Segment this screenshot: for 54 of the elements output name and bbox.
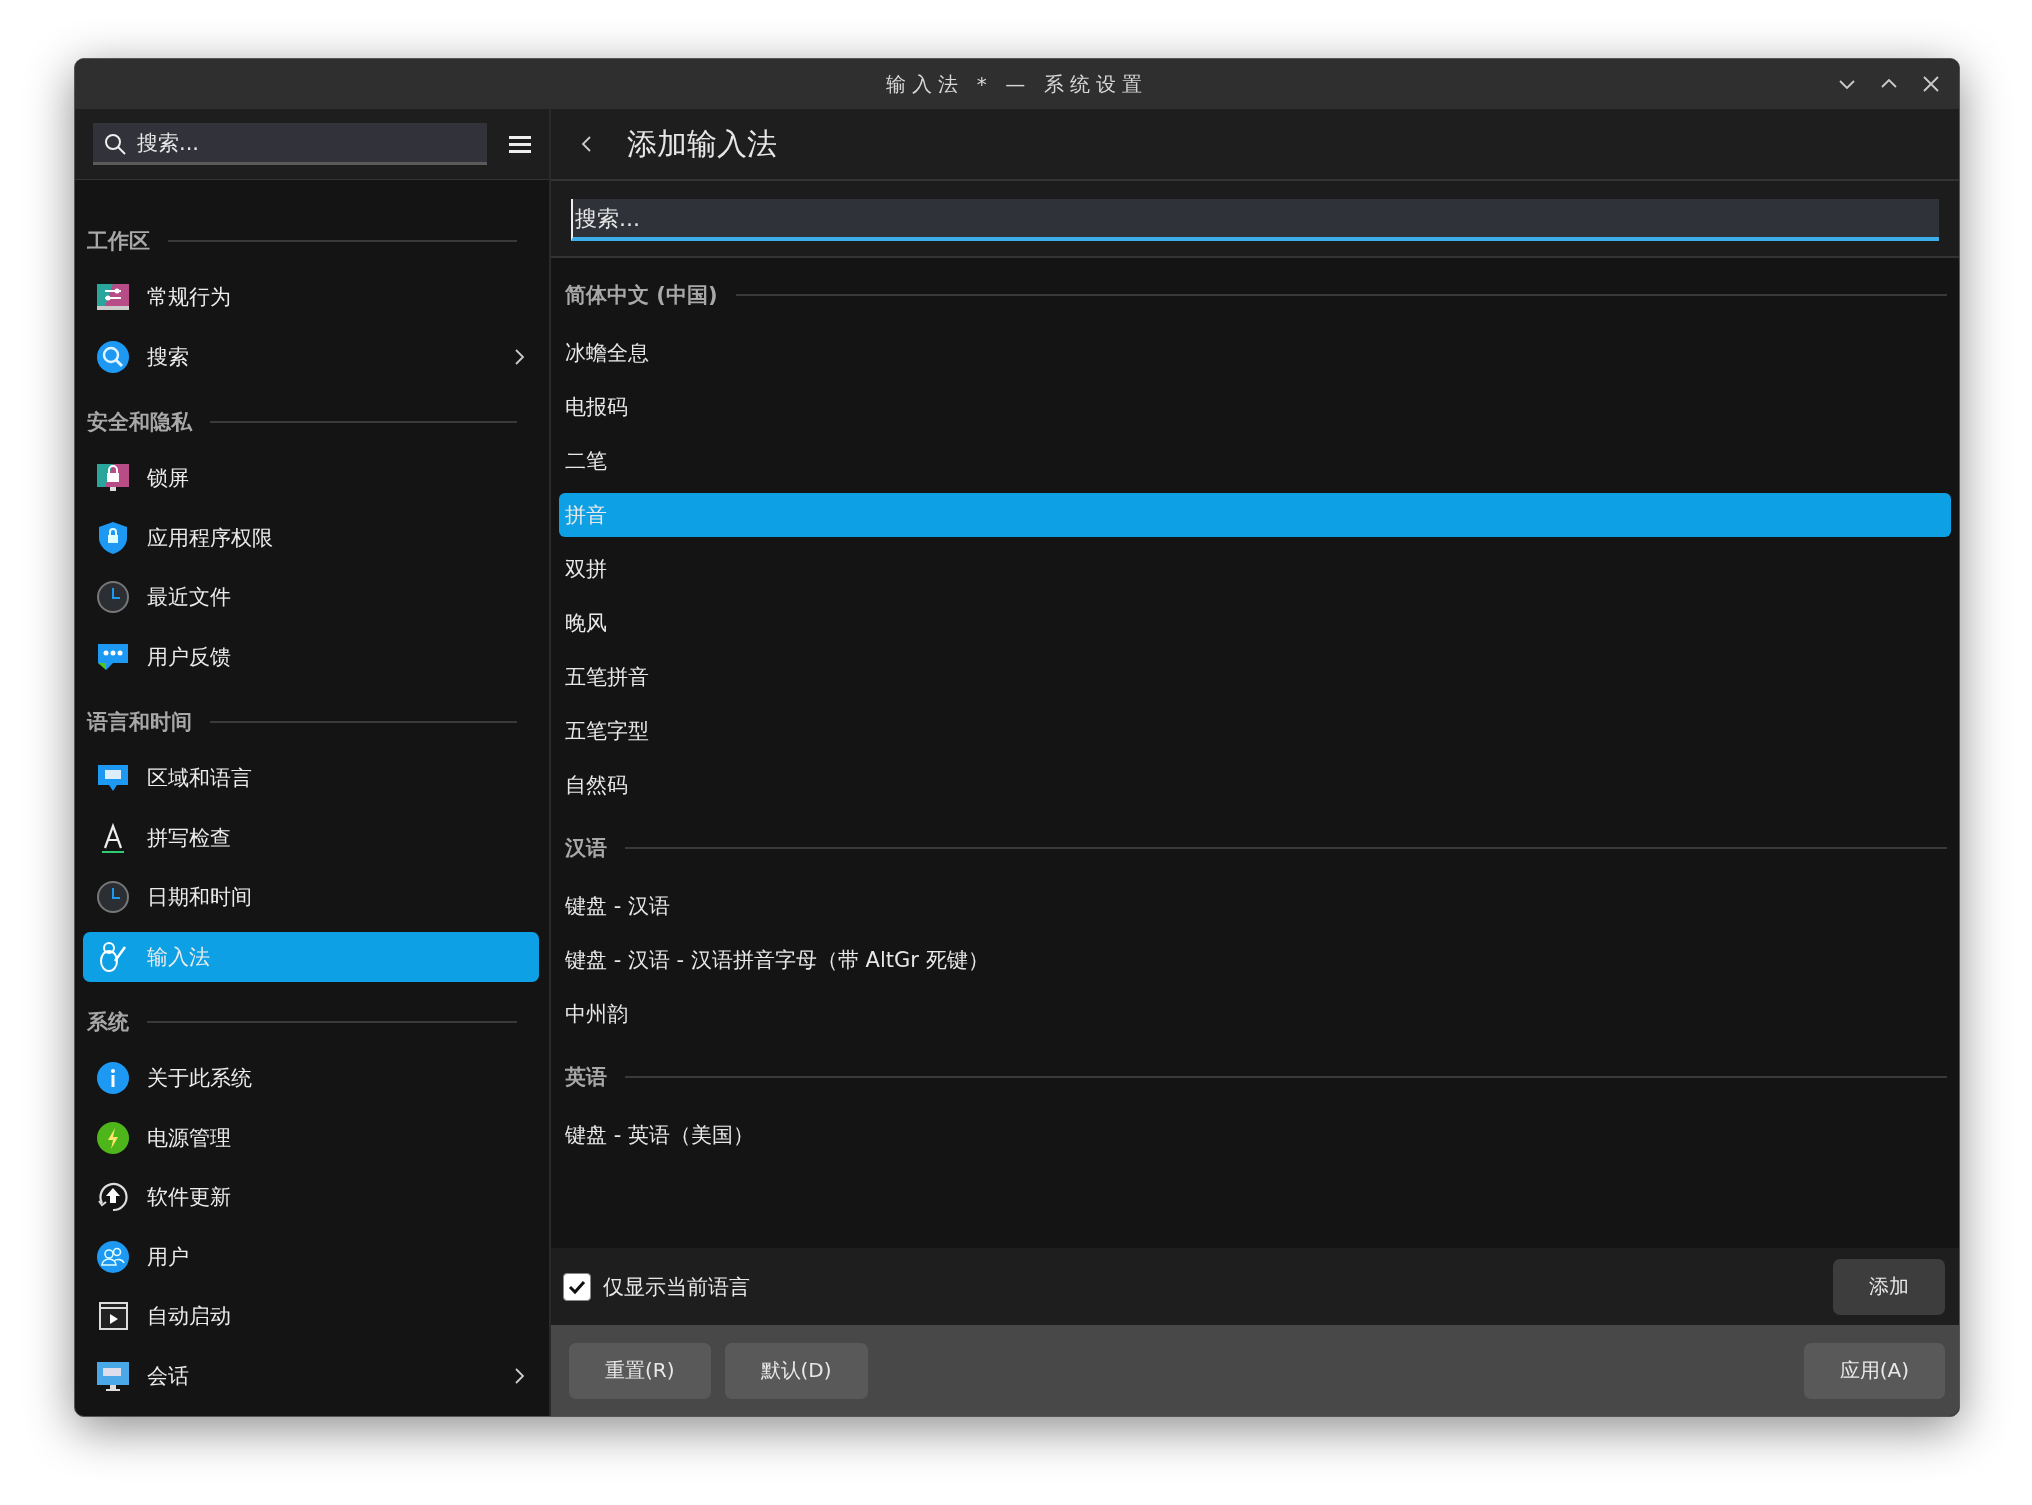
footer-button[interactable]: 重置(R) xyxy=(569,1342,711,1399)
list-item[interactable]: 键盘 - 英语（美国） xyxy=(559,1113,1951,1157)
lightning-icon xyxy=(95,1119,131,1156)
sidebar-item[interactable]: 自动启动 xyxy=(83,1291,539,1341)
list-item[interactable]: 晚风 xyxy=(559,601,1951,645)
sidebar-item[interactable]: 区域和语言 xyxy=(83,753,539,803)
sidebar-item[interactable]: 电源管理 xyxy=(83,1112,539,1163)
list-item[interactable]: 冰蟾全息 xyxy=(559,331,1951,375)
info-icon xyxy=(95,1060,131,1096)
sidebar-item[interactable]: 拼写检查 xyxy=(83,812,539,863)
sidebar-item[interactable]: 用户反馈 xyxy=(83,631,539,682)
group-title: 简体中文 (中国) xyxy=(565,282,718,309)
sidebar-item[interactable]: 软件更新 xyxy=(83,1172,539,1222)
sidebar-item[interactable]: 锁屏 xyxy=(83,453,539,503)
list-item[interactable]: 中州韵 xyxy=(559,992,1951,1036)
section-title: 安全和隐私 xyxy=(87,409,192,436)
users-icon xyxy=(95,1238,131,1275)
sidebar-item[interactable]: 常规行为 xyxy=(83,272,539,322)
clock-icon xyxy=(95,879,131,915)
section-title: 系统 xyxy=(87,1009,129,1036)
apply-button[interactable]: 应用(A) xyxy=(1803,1342,1945,1399)
search-icon xyxy=(103,132,127,156)
page-title: 添加输入法 xyxy=(627,124,777,163)
list-item[interactable]: 键盘 - 汉语 - 汉语拼音字母（带 AltGr 死键） xyxy=(559,938,1951,982)
sidebar-item[interactable]: 关于此系统 xyxy=(83,1053,539,1103)
list-item[interactable]: 键盘 - 汉语 xyxy=(559,884,1951,928)
clock-icon xyxy=(95,579,131,615)
search-field[interactable]: 搜索... xyxy=(571,199,1939,241)
group-title: 英语 xyxy=(565,1064,607,1091)
list-item[interactable]: 自然码 xyxy=(559,763,1951,807)
search-icon xyxy=(95,338,131,375)
sidebar-item[interactable]: 最近文件 xyxy=(83,572,539,622)
sidebar-item[interactable]: 会话 xyxy=(83,1350,539,1401)
list-item[interactable]: 双拼 xyxy=(559,547,1951,591)
list-item[interactable]: 五笔字型 xyxy=(559,709,1951,753)
footer-button[interactable]: 默认(D) xyxy=(724,1342,868,1399)
search-field[interactable]: 搜索... xyxy=(93,123,487,165)
window-title: 输入法 * — 系统设置 xyxy=(886,70,1148,98)
checkbox-label: 仅显示当前语言 xyxy=(603,1273,751,1301)
group-title: 汉语 xyxy=(565,835,607,862)
sidebar-item[interactable]: 日期和时间 xyxy=(83,872,539,922)
menu-icon xyxy=(509,135,531,153)
add-button[interactable]: 添加 xyxy=(1833,1258,1945,1315)
sidebar-item[interactable]: 搜索 xyxy=(83,331,539,382)
section-title: 工作区 xyxy=(87,228,150,255)
section-title: 语言和时间 xyxy=(87,709,192,736)
list-item[interactable]: 二笔 xyxy=(559,439,1951,483)
list-item[interactable]: 五笔拼音 xyxy=(559,655,1951,699)
sidebar-item[interactable]: 应用程序权限 xyxy=(83,512,539,563)
sidebar-item[interactable]: 用户 xyxy=(83,1231,539,1282)
menu-button[interactable] xyxy=(509,135,531,153)
close-icon xyxy=(1921,74,1941,94)
list-item[interactable]: 电报码 xyxy=(559,385,1951,429)
checkbox[interactable] xyxy=(563,1272,591,1301)
